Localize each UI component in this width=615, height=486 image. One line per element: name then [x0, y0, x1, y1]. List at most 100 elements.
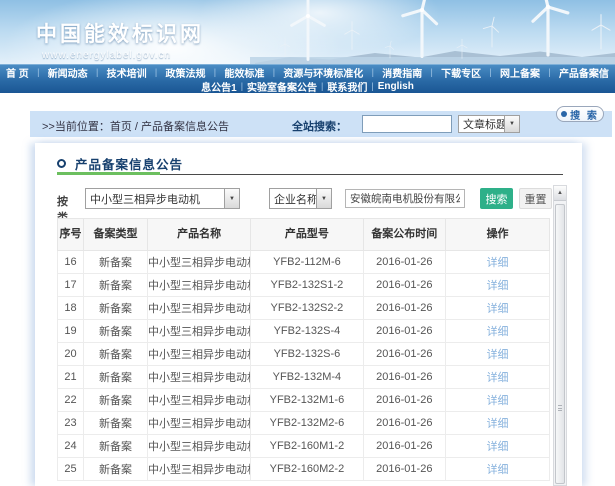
title-underline [57, 172, 563, 175]
detail-link[interactable]: 详细 [487, 326, 509, 338]
search-field-select[interactable]: 企业名称 ▼ [269, 188, 332, 209]
column-header: 产品型号 [251, 219, 363, 251]
site-search-button-label: 搜 索 [570, 107, 599, 122]
table-header-row: 序号备案类型产品名称产品型号备案公布时间操作 [58, 219, 550, 251]
nav-item[interactable]: 消费指南 [380, 65, 424, 80]
cell-operation: 详细 [446, 274, 550, 297]
nav-item[interactable]: 联系我们 [325, 79, 369, 94]
chevron-down-icon[interactable]: ▼ [316, 189, 331, 208]
nav-item[interactable]: 政策法规 [164, 65, 208, 80]
cell-type: 新备案 [84, 458, 148, 481]
nav-item[interactable]: 技术培训 [105, 65, 149, 80]
chevron-down-icon[interactable]: ▼ [224, 189, 239, 208]
detail-link[interactable]: 详细 [487, 395, 509, 407]
table-row: 23新备案中小型三相异步电动机YFB2-132M2-62016-01-26详细 [58, 412, 550, 435]
nav-item[interactable]: 下载专区 [439, 65, 483, 80]
table-row: 25新备案中小型三相异步电动机YFB2-160M2-22016-01-26详细 [58, 458, 550, 481]
breadcrumb-bar: >>当前位置：首页 / 产品备案信息公告 全站搜索： 文章标题 ▼ [30, 111, 612, 137]
cell-operation: 详细 [446, 458, 550, 481]
content-scrollbar[interactable]: ▲ [553, 185, 567, 486]
detail-link[interactable]: 详细 [487, 418, 509, 430]
cell-type: 新备案 [84, 297, 148, 320]
table-row: 24新备案中小型三相异步电动机YFB2-160M1-22016-01-26详细 [58, 435, 550, 458]
search-field-value: 企业名称 [270, 191, 316, 207]
filter-search-button[interactable]: 搜索 [480, 188, 513, 209]
page-root: { "header": { "site_title": "中国能效标识网", "… [0, 0, 615, 486]
cell-no: 25 [58, 458, 84, 481]
nav-item[interactable]: 新闻动态 [46, 65, 90, 80]
detail-link[interactable]: 详细 [487, 372, 509, 384]
cell-operation: 详细 [446, 251, 550, 274]
scroll-up-arrow-icon[interactable]: ▲ [554, 186, 566, 201]
nav-separator: | [546, 67, 552, 77]
nav-item[interactable]: 首 页 [4, 65, 31, 80]
detail-link[interactable]: 详细 [487, 464, 509, 476]
cell-date: 2016-01-26 [363, 366, 446, 389]
table-row: 21新备案中小型三相异步电动机YFB2-132M-42016-01-26详细 [58, 366, 550, 389]
cell-date: 2016-01-26 [363, 251, 446, 274]
cell-operation: 详细 [446, 389, 550, 412]
bullet-icon [561, 111, 567, 117]
scrollbar-thumb[interactable] [555, 204, 565, 484]
chevron-down-icon[interactable]: ▼ [504, 116, 519, 132]
cell-model: YFB2-132S1-2 [251, 274, 363, 297]
nav-row-2: 息公告1|实验室备案公告|联系我们|English [0, 79, 615, 93]
table-row: 20新备案中小型三相异步电动机YFB2-132S-62016-01-26详细 [58, 343, 550, 366]
nav-item[interactable]: English [376, 81, 416, 92]
nav-item[interactable]: 资源与环境标准化 [281, 65, 365, 80]
cell-no: 18 [58, 297, 84, 320]
detail-link[interactable]: 详细 [487, 257, 509, 269]
cell-date: 2016-01-26 [363, 343, 446, 366]
scrollbar-grip [558, 405, 562, 411]
nav-item[interactable]: 息公告1 [199, 79, 239, 94]
records-table: 序号备案类型产品名称产品型号备案公布时间操作 16新备案中小型三相异步电动机YF… [57, 218, 550, 481]
product-type-select[interactable]: 中小型三相异步电动机 ▼ [85, 188, 240, 209]
cell-no: 20 [58, 343, 84, 366]
filter-reset-button[interactable]: 重置 [519, 188, 552, 209]
cell-model: YFB2-160M2-2 [251, 458, 363, 481]
cell-model: YFB2-132S-6 [251, 343, 363, 366]
nav-separator: | [487, 67, 493, 77]
cell-operation: 详细 [446, 343, 550, 366]
table-row: 19新备案中小型三相异步电动机YFB2-132S-42016-01-26详细 [58, 320, 550, 343]
table-row: 17新备案中小型三相异步电动机YFB2-132S1-22016-01-26详细 [58, 274, 550, 297]
nav-separator: | [370, 67, 376, 77]
site-search-button[interactable]: 搜 索 [556, 106, 604, 122]
cell-operation: 详细 [446, 297, 550, 320]
detail-link[interactable]: 详细 [487, 303, 509, 315]
cell-type: 新备案 [84, 435, 148, 458]
site-logo[interactable]: 中国能效标识网 www.energylabel.gov.cn [36, 18, 204, 61]
nav-item[interactable]: 网上备案 [498, 65, 542, 80]
main-nav: 首 页|新闻动态|技术培训|政策法规|能效标准|资源与环境标准化|消费指南|下载… [0, 64, 615, 93]
cell-operation: 详细 [446, 320, 550, 343]
cell-operation: 详细 [446, 412, 550, 435]
cell-type: 新备案 [84, 412, 148, 435]
cell-operation: 详细 [446, 435, 550, 458]
nav-item[interactable]: 实验室备案公告 [245, 79, 319, 94]
site-search-category-select[interactable]: 文章标题 ▼ [458, 115, 520, 133]
cell-model: YFB2-132M-4 [251, 366, 363, 389]
nav-separator: | [153, 67, 159, 77]
breadcrumb-home-link[interactable]: 首页 [110, 121, 132, 133]
cell-date: 2016-01-26 [363, 320, 446, 343]
cell-name: 中小型三相异步电动机 [148, 435, 251, 458]
site-search-input[interactable] [362, 115, 452, 133]
detail-link[interactable]: 详细 [487, 280, 509, 292]
detail-link[interactable]: 详细 [487, 349, 509, 361]
title-underline-green [57, 172, 160, 175]
cell-date: 2016-01-26 [363, 274, 446, 297]
cell-date: 2016-01-26 [363, 297, 446, 320]
cell-model: YFB2-132M1-6 [251, 389, 363, 412]
cell-model: YFB2-160M1-2 [251, 435, 363, 458]
circle-bullet-icon [57, 159, 66, 168]
nav-separator: | [94, 67, 100, 77]
site-title: 中国能效标识网 [36, 18, 204, 48]
breadcrumb-separator: / [132, 121, 141, 133]
cell-no: 21 [58, 366, 84, 389]
cell-date: 2016-01-26 [363, 412, 446, 435]
detail-link[interactable]: 详细 [487, 441, 509, 453]
nav-item[interactable]: 能效标准 [222, 65, 266, 80]
company-keyword-input[interactable] [345, 189, 465, 208]
column-header: 备案公布时间 [363, 219, 446, 251]
nav-item[interactable]: 产品备案信 [557, 65, 611, 80]
